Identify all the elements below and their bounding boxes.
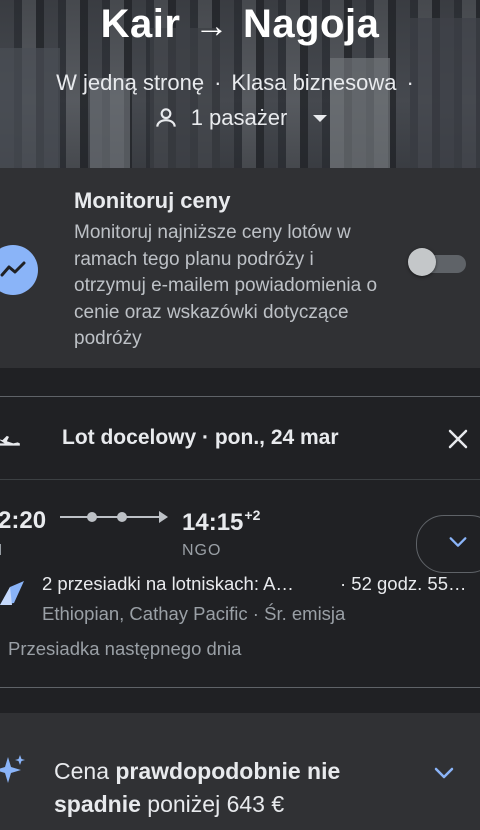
flight-duration: · 52 godz. 55… [340, 573, 467, 594]
separator: · [406, 70, 414, 95]
trip-type[interactable]: W jedną stronę [56, 70, 204, 95]
hero-header: Kair → Nagoja W jedną stronę · Klasa bizneso… [0, 0, 480, 168]
caret-down-icon [313, 114, 328, 122]
price-insight-card[interactable]: Cena prawdopodobnie nie spadnie poniżej … [0, 713, 480, 830]
price-tracking-card: Monitoruj ceny Monitoruj najniższe ceny … [0, 168, 480, 368]
passenger-count: 1 pasażer [190, 105, 288, 130]
toggle-knob [408, 248, 436, 276]
passenger-selector[interactable]: 1 pasażer [0, 105, 480, 131]
chevron-down-icon [447, 531, 469, 553]
stop-dot [87, 512, 97, 522]
cabin-class[interactable]: Klasa biznesowa [231, 70, 396, 95]
price-prefix: Cena [54, 758, 116, 784]
layover-info: 2 przesiadki na lotniskach: A… [42, 573, 294, 594]
chevron-down-icon[interactable] [432, 761, 456, 785]
flight-heading: Lot docelowy · pon., 24 mar [62, 426, 339, 449]
sparkle-icon [0, 753, 26, 787]
departure-time: 2:20 [0, 507, 47, 534]
trend-icon [0, 245, 38, 295]
route-title: Kair → Nagoja [0, 2, 480, 47]
trip-options: W jedną stronę · Klasa biznesowa · [0, 70, 480, 96]
arrival-time: 14:15+2 [182, 507, 260, 537]
airlines-info: Ethiopian, Cathay Pacific · Śr. emisja [42, 603, 346, 624]
monitor-description: Monitoruj najniższe ceny lotów w ramach … [74, 222, 378, 349]
route-arrow-icon: → [194, 7, 229, 45]
destination-city: Nagoja [242, 2, 380, 46]
next-day-warning: Przesiadka następnego dnia [8, 638, 242, 659]
route-arrowhead [159, 511, 168, 523]
origin-city: Kair [100, 2, 181, 46]
person-icon [153, 105, 179, 131]
plane-icon [0, 425, 22, 451]
expand-flight-button[interactable] [416, 515, 480, 573]
price-tracking-toggle[interactable] [408, 248, 466, 276]
price-insight-text: Cena prawdopodobnie nie spadnie poniżej … [54, 755, 414, 821]
close-icon[interactable] [446, 427, 470, 451]
route-line [60, 511, 168, 523]
departure-airport-code: I [0, 542, 3, 559]
arrival-day-offset: +2 [244, 507, 261, 523]
airline-logo [0, 575, 24, 611]
arrival-airport-code: NGO [182, 542, 222, 559]
flight-header: Lot docelowy · pon., 24 mar [0, 397, 480, 480]
outbound-flight-section: Lot docelowy · pon., 24 mar 2:20 14:15+2… [0, 396, 480, 688]
stop-dot [117, 512, 127, 522]
monitor-title: Monitoruj ceny [74, 188, 231, 213]
arrival-time-value: 14:15 [182, 509, 244, 536]
price-suffix: poniżej 643 € [140, 791, 285, 817]
separator: · [214, 70, 222, 95]
